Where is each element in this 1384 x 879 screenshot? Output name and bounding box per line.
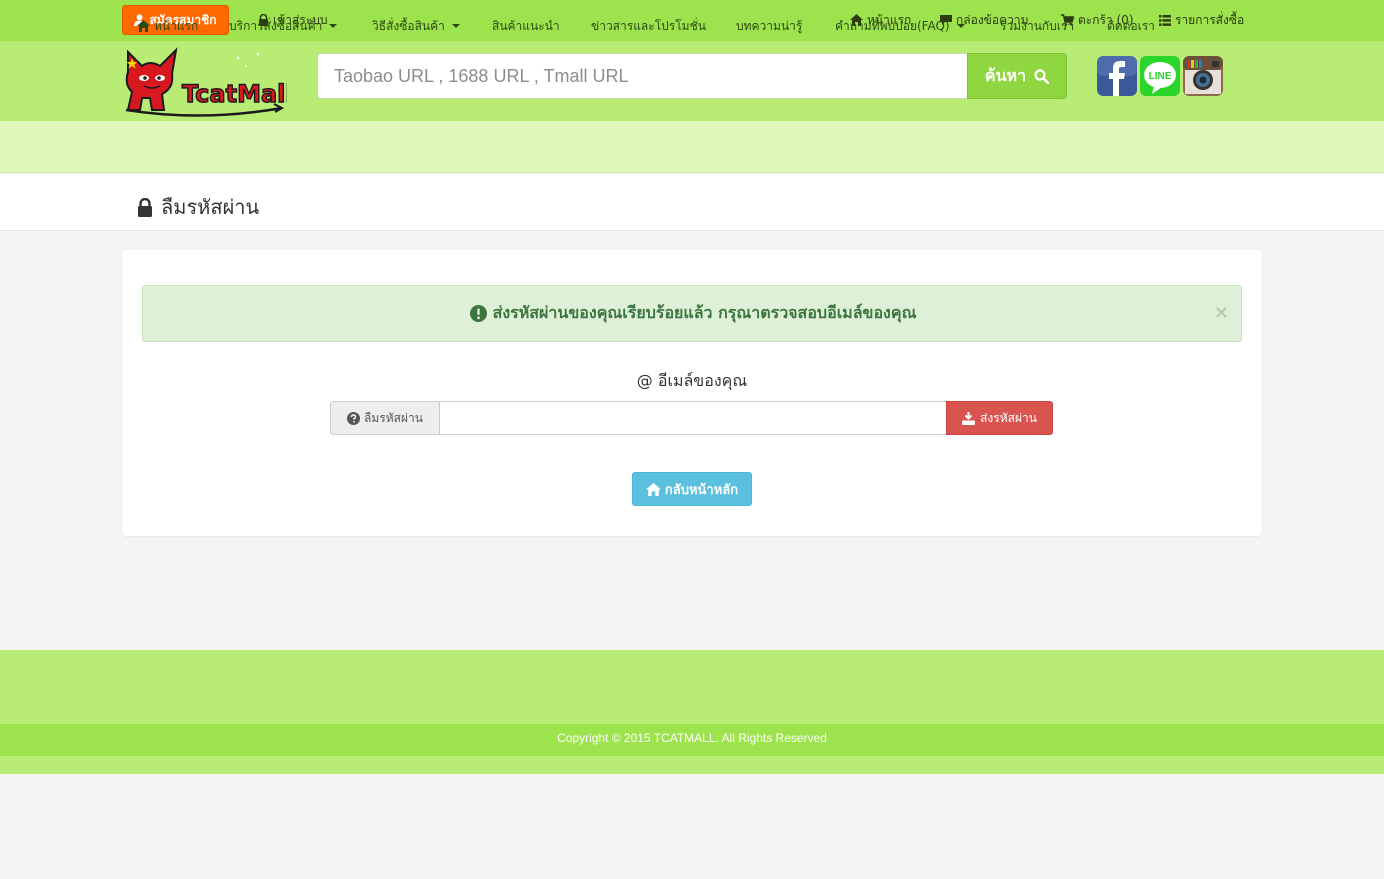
nav-item-label: ข่าวสารและโปรโมชั่น (591, 18, 706, 33)
line-icon-text: LINE (1149, 71, 1172, 82)
nav-item-contact[interactable]: ติดต่อเรา (1107, 17, 1155, 35)
send-password-button[interactable]: ส่งรหัสผ่าน (946, 401, 1053, 435)
search-input[interactable] (317, 53, 967, 99)
alert-close-button[interactable]: × (1214, 302, 1229, 323)
email-label: @ อีเมล์ของคุณ (636, 370, 748, 390)
nav-item-faq[interactable]: คำถามที่พบบ่อย(FAQ) (835, 17, 965, 35)
nav-item-label: วิธีสั่งซื้อสินค้า (372, 18, 445, 33)
nav-item-label: หน้าแรก (154, 18, 199, 33)
caret-down-icon (451, 24, 460, 28)
exclamation-circle-icon (469, 305, 487, 322)
nav-item-services[interactable]: บริการสั่งซื้อสินค้า (229, 17, 338, 35)
search-icon (1034, 68, 1050, 84)
facebook-icon[interactable] (1097, 56, 1137, 96)
logo-text: TcatMall (182, 80, 287, 108)
nav-item-label: สินค้าแนะนำ (492, 18, 560, 33)
nav-item-label: บทความน่ารู้ (736, 18, 803, 33)
nav-item-how-to-order[interactable]: วิธีสั่งซื้อสินค้า (372, 17, 460, 35)
page-title: ลืมรหัสผ่าน (137, 193, 259, 221)
list-icon (1159, 14, 1171, 26)
nav-item-careers[interactable]: ร่วมงานกับเรา (1000, 17, 1074, 35)
footer (0, 650, 1384, 724)
orders-link[interactable]: รายการสั่งซื้อ (1159, 11, 1244, 29)
forgot-password-addon: ลืมรหัสผ่าน (330, 401, 440, 435)
line-icon[interactable]: LINE (1140, 56, 1180, 96)
question-circle-icon (347, 411, 361, 425)
nav-item-news[interactable]: ข่าวสารและโปรโมชั่น (591, 17, 706, 35)
download-icon (962, 411, 976, 425)
copyright-text: Copyright © 2015 TCATMALL. All Rights Re… (557, 731, 827, 745)
alert-message: ส่งรหัสผ่านของคุณเรียบร้อยแล้ว กรุณาตรวจ… (492, 303, 917, 322)
orders-label: รายการสั่งซื้อ (1175, 12, 1245, 27)
caret-down-icon (329, 24, 338, 28)
caret-down-icon (956, 24, 965, 28)
nav-item-label: ร่วมงานกับเรา (1000, 18, 1075, 33)
page-title-text: ลืมรหัสผ่าน (161, 195, 260, 219)
nav-item-label: ติดต่อเรา (1107, 18, 1155, 33)
success-alert: ส่งรหัสผ่านของคุณเรียบร้อยแล้ว กรุณาตรวจ… (142, 285, 1242, 342)
search-button-label: ค้นหา (984, 65, 1027, 85)
back-home-button[interactable]: กลับหน้าหลัก (632, 472, 752, 506)
instagram-icon[interactable] (1183, 56, 1223, 96)
search-bar: ค้นหา (317, 53, 1067, 99)
back-home-label: กลับหน้าหลัก (664, 482, 739, 498)
nav-item-label: บริการสั่งซื้อสินค้า (229, 18, 323, 33)
home-icon (645, 482, 661, 496)
tcatmall-logo[interactable]: TcatMall (122, 44, 287, 118)
nav-item-home[interactable]: หน้าแรก (137, 17, 198, 35)
main-navbar (0, 121, 1384, 173)
alert-body: ส่งรหัสผ่านของคุณเรียบร้อยแล้ว กรุณาตรวจ… (143, 286, 1243, 341)
search-button[interactable]: ค้นหา (967, 53, 1067, 99)
lock-icon (138, 197, 152, 217)
email-input-group: ลืมรหัสผ่าน ส่งรหัสผ่าน (330, 401, 1053, 435)
send-password-label: ส่งรหัสผ่าน (980, 410, 1037, 425)
home-icon (137, 20, 150, 32)
addon-label: ลืมรหัสผ่าน (364, 410, 423, 425)
nav-item-articles[interactable]: บทความน่ารู้ (736, 17, 802, 35)
email-field[interactable] (440, 401, 946, 435)
footer-bottom (0, 756, 1384, 774)
nav-item-recommended[interactable]: สินค้าแนะนำ (492, 17, 560, 35)
nav-item-label: คำถามที่พบบ่อย(FAQ) (835, 18, 950, 33)
